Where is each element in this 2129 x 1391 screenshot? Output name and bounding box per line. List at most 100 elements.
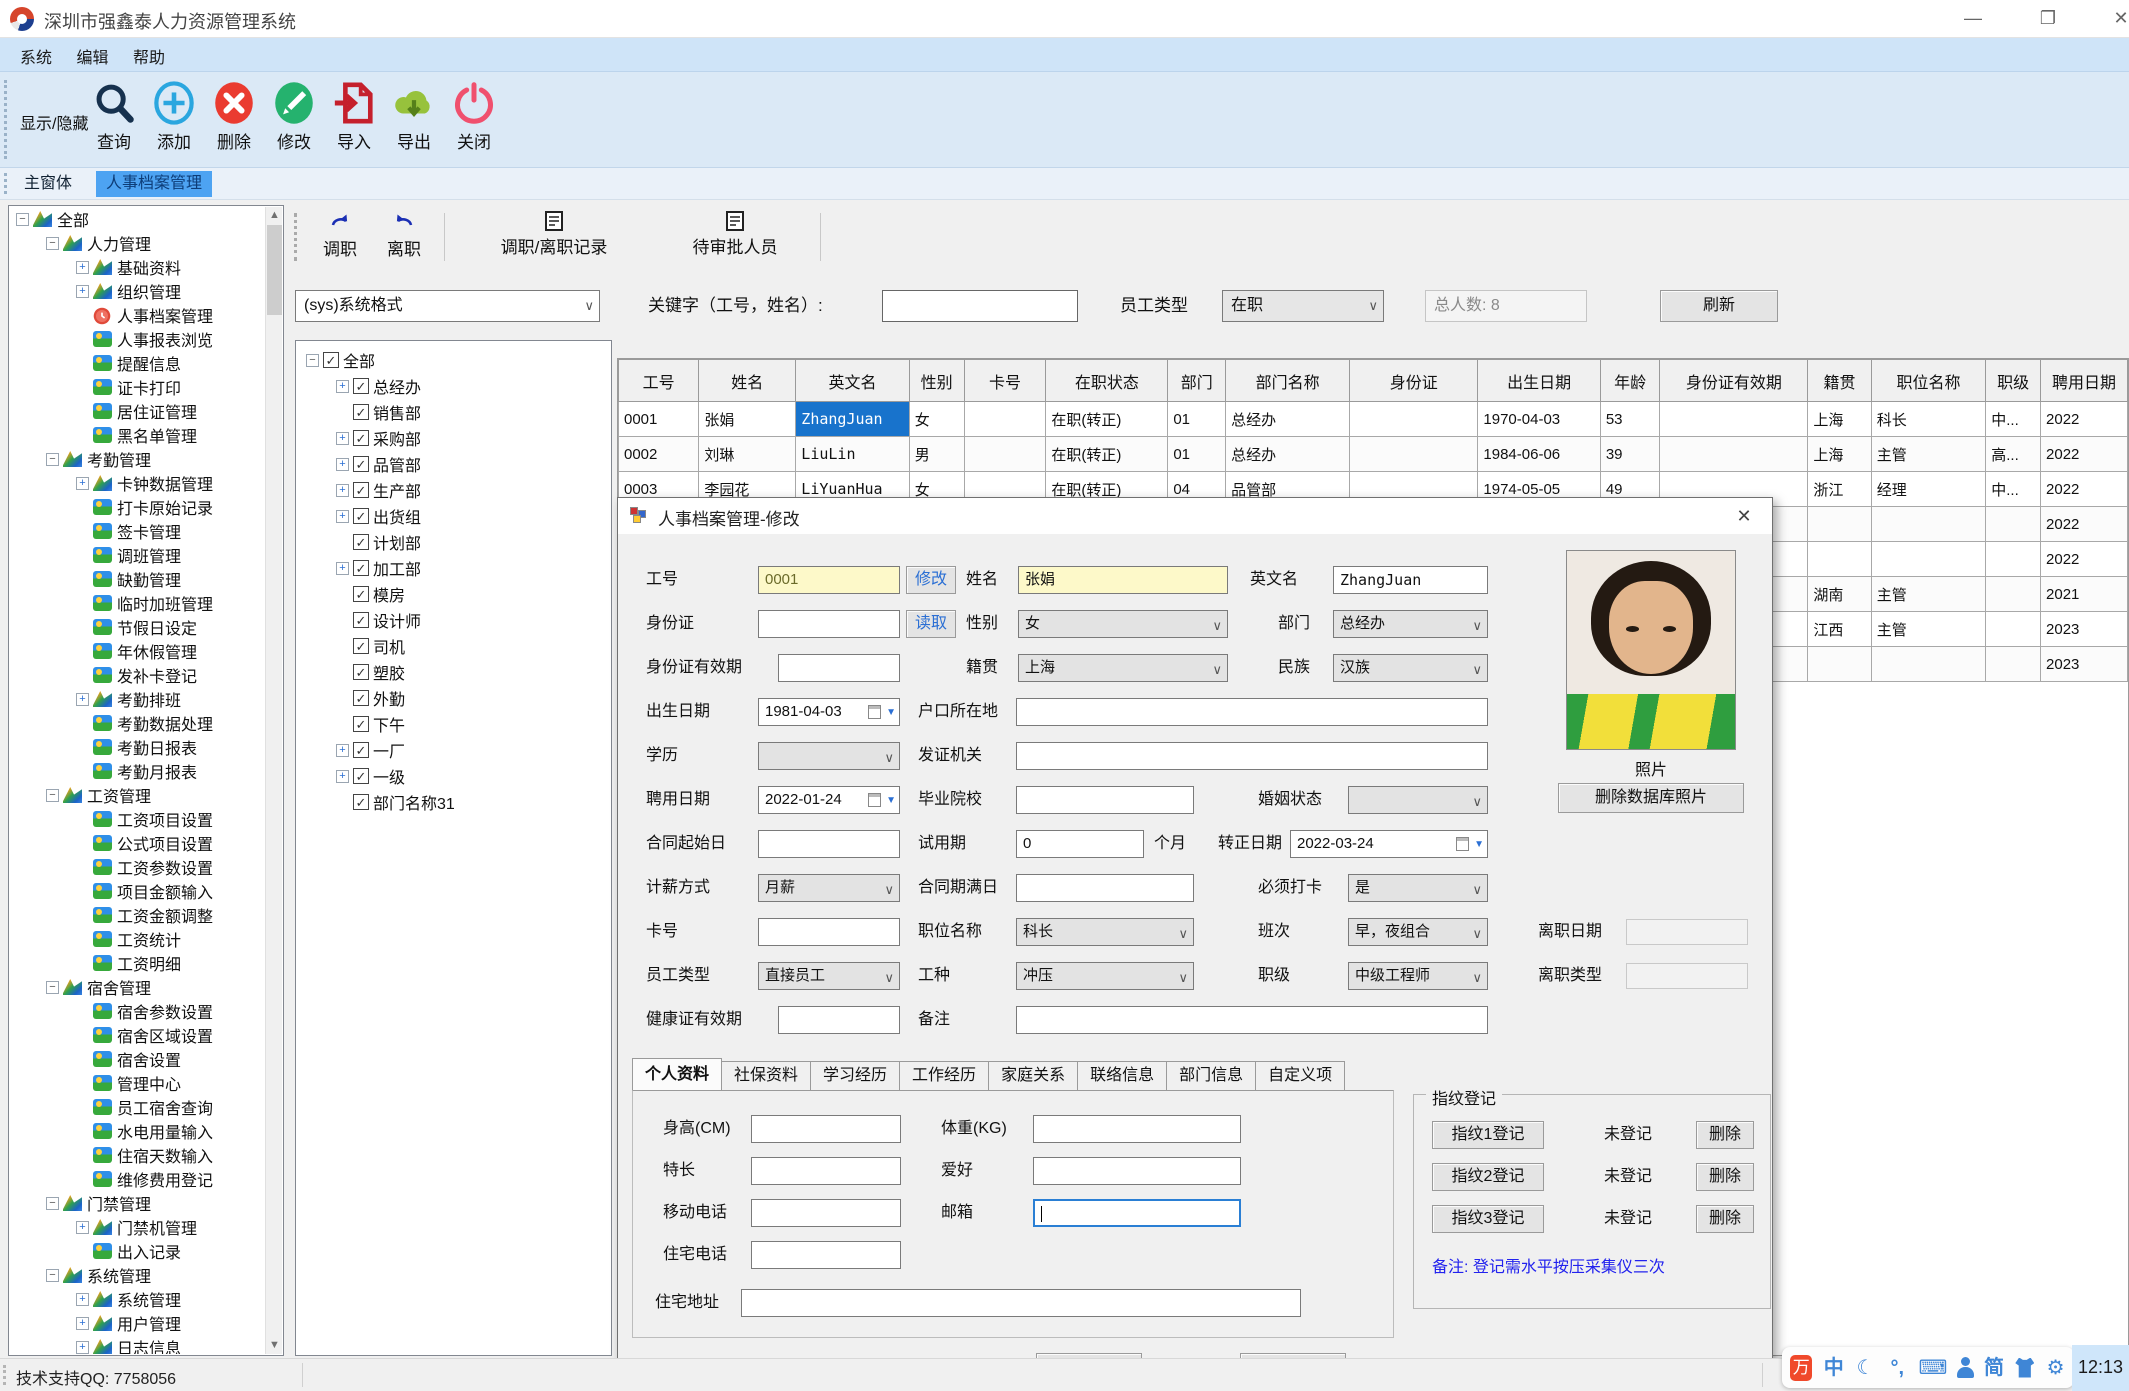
nav-tree-item[interactable]: − 人力管理	[10, 231, 265, 255]
column-header[interactable]: 性别	[908, 359, 965, 402]
table-cell[interactable]: 在职(转正)	[1045, 401, 1169, 437]
remark-input[interactable]	[1016, 1006, 1488, 1034]
nav-tree-item[interactable]: 工资金额调整	[10, 903, 265, 927]
scrollbar-thumb[interactable]	[267, 225, 282, 315]
nav-tree-item[interactable]: 员工宿舍查询	[10, 1095, 265, 1119]
employee-type-select[interactable]: 在职 ∨	[1222, 290, 1384, 322]
nav-tree-item[interactable]: 发补卡登记	[10, 663, 265, 687]
department-tree-item[interactable]: ✓ 计划部	[304, 529, 611, 555]
dept-select[interactable]: 总经办 ∨	[1333, 610, 1488, 638]
tree-expand-toggle[interactable]: +	[76, 1220, 89, 1234]
tree-expand-toggle[interactable]: +	[76, 1292, 89, 1306]
contract-end-input[interactable]	[1016, 874, 1194, 902]
department-tree-item[interactable]: + ✓ 生产部	[304, 477, 611, 503]
table-cell[interactable]: 江西	[1807, 611, 1872, 647]
checkbox-checked-icon[interactable]: ✓	[353, 768, 369, 784]
table-cell[interactable]: 主管	[1870, 576, 1987, 612]
nav-tree-item[interactable]: 项目金额输入	[10, 879, 265, 903]
table-cell[interactable]: 1970-04-03	[1477, 401, 1601, 437]
nav-tree-item[interactable]: 居住证管理	[10, 399, 265, 423]
table-cell[interactable]: LiuLin	[795, 436, 910, 472]
transfer-button[interactable]: 调职	[310, 211, 370, 260]
checkbox-checked-icon[interactable]: ✓	[353, 794, 369, 810]
nav-tree-item[interactable]: 宿舍参数设置	[10, 999, 265, 1023]
checkbox-checked-icon[interactable]: ✓	[353, 508, 369, 524]
fingerprint2-delete-button[interactable]: 删除	[1696, 1163, 1754, 1191]
user-icon[interactable]	[1954, 1356, 1974, 1380]
table-cell[interactable]: 01	[1167, 401, 1227, 437]
nav-tree-item[interactable]: 黑名单管理	[10, 423, 265, 447]
dialog-close-icon[interactable]: ✕	[1730, 504, 1758, 528]
resign-button[interactable]: 离职	[374, 211, 434, 260]
table-cell[interactable]: 经理	[1870, 471, 1987, 507]
nav-tree-item[interactable]: 考勤月报表	[10, 759, 265, 783]
table-cell[interactable]: 主管	[1870, 611, 1987, 647]
tree-expand-toggle[interactable]: +	[336, 769, 349, 783]
tree-expand-toggle[interactable]: +	[336, 457, 349, 471]
residence-input[interactable]	[1016, 698, 1488, 726]
department-tree-item[interactable]: ✓ 塑胶	[304, 659, 611, 685]
modify-id-button[interactable]: 修改	[906, 566, 956, 594]
checkbox-checked-icon[interactable]: ✓	[353, 430, 369, 446]
department-tree-item[interactable]: − ✓ 全部	[304, 347, 611, 373]
refresh-button[interactable]: 刷新	[1660, 290, 1778, 322]
tree-expand-toggle[interactable]: +	[336, 743, 349, 757]
table-cell[interactable]: 2022	[2040, 541, 2128, 577]
fingerprint1-delete-button[interactable]: 删除	[1696, 1121, 1754, 1149]
punctuation-icon[interactable]: °,	[1887, 1357, 1908, 1379]
department-tree-item[interactable]: ✓ 设计师	[304, 607, 611, 633]
table-cell[interactable]: 高...	[1985, 436, 2042, 472]
name-input[interactable]: 张娟	[1018, 566, 1228, 594]
nav-tree-item[interactable]: − 系统管理	[10, 1263, 265, 1287]
height-input[interactable]	[751, 1115, 901, 1143]
mobile-input[interactable]	[751, 1199, 901, 1227]
table-cell[interactable]: 2022	[2040, 506, 2128, 542]
tree-expand-toggle[interactable]: +	[76, 260, 89, 274]
table-cell[interactable]: 1984-06-06	[1477, 436, 1601, 472]
subtoolbar-grip[interactable]	[294, 213, 297, 261]
nav-tree-item[interactable]: 考勤数据处理	[10, 711, 265, 735]
rank-select[interactable]: 中级工程师 ∨	[1348, 962, 1488, 990]
tab-detail-2[interactable]: 学习经历	[811, 1061, 901, 1091]
format-select[interactable]: (sys)系统格式 ∨	[295, 290, 600, 322]
skin-icon[interactable]	[2015, 1357, 2035, 1378]
hobby-input[interactable]	[1033, 1157, 1241, 1185]
health-valid-input[interactable]	[778, 1006, 900, 1034]
column-header[interactable]: 年龄	[1599, 359, 1661, 402]
table-row[interactable]: 0002 刘琳 LiuLin 男 在职(转正) 01 总经办 1984-06-06 39 上海 主管…	[618, 436, 2128, 472]
column-header[interactable]: 卡号	[963, 359, 1047, 402]
nav-tree-item[interactable]: 调班管理	[10, 543, 265, 567]
checkbox-checked-icon[interactable]: ✓	[323, 352, 339, 368]
fingerprint3-register-button[interactable]: 指纹3登记	[1432, 1205, 1544, 1233]
tab-detail-5[interactable]: 联络信息	[1078, 1061, 1168, 1091]
department-tree-item[interactable]: + ✓ 采购部	[304, 425, 611, 451]
nav-tree-item[interactable]: + 门禁机管理	[10, 1215, 265, 1239]
gear-icon[interactable]: ⚙	[2045, 1357, 2066, 1379]
column-header[interactable]: 姓名	[698, 359, 797, 402]
checkbox-checked-icon[interactable]: ✓	[353, 664, 369, 680]
tree-expand-toggle[interactable]: +	[76, 476, 89, 490]
ime-chinese-mode-icon[interactable]: 中	[1823, 1357, 1844, 1379]
menu-edit[interactable]: 编辑	[76, 44, 108, 68]
shift-select[interactable]: 早，夜组合 ∨	[1348, 918, 1488, 946]
checkbox-checked-icon[interactable]: ✓	[353, 690, 369, 706]
nav-tree-item[interactable]: + 基础资料	[10, 255, 265, 279]
delete-button[interactable]: 删除	[203, 78, 265, 164]
column-header[interactable]: 职位名称	[1870, 359, 1987, 402]
nav-tree-item[interactable]: 人事报表浏览	[10, 327, 265, 351]
keyboard-icon[interactable]: ⌨	[1919, 1357, 1948, 1379]
column-header[interactable]: 英文名	[795, 359, 910, 402]
tree-expand-toggle[interactable]: −	[16, 212, 29, 226]
table-cell[interactable]	[1659, 401, 1809, 437]
nav-tree-item[interactable]: 工资项目设置	[10, 807, 265, 831]
taskbar-clock[interactable]: 12:13	[2072, 1345, 2129, 1391]
contract-start-input[interactable]	[758, 830, 900, 858]
tree-expand-toggle[interactable]: +	[76, 284, 89, 298]
en-name-input[interactable]: ZhangJuan	[1333, 566, 1488, 594]
specialty-input[interactable]	[751, 1157, 901, 1185]
position-select[interactable]: 科长 ∨	[1016, 918, 1194, 946]
export-button[interactable]: 导出	[383, 78, 445, 164]
email-input[interactable]	[1033, 1199, 1241, 1227]
ime-logo-icon[interactable]: 万	[1790, 1354, 1813, 1381]
department-tree-item[interactable]: + ✓ 加工部	[304, 555, 611, 581]
